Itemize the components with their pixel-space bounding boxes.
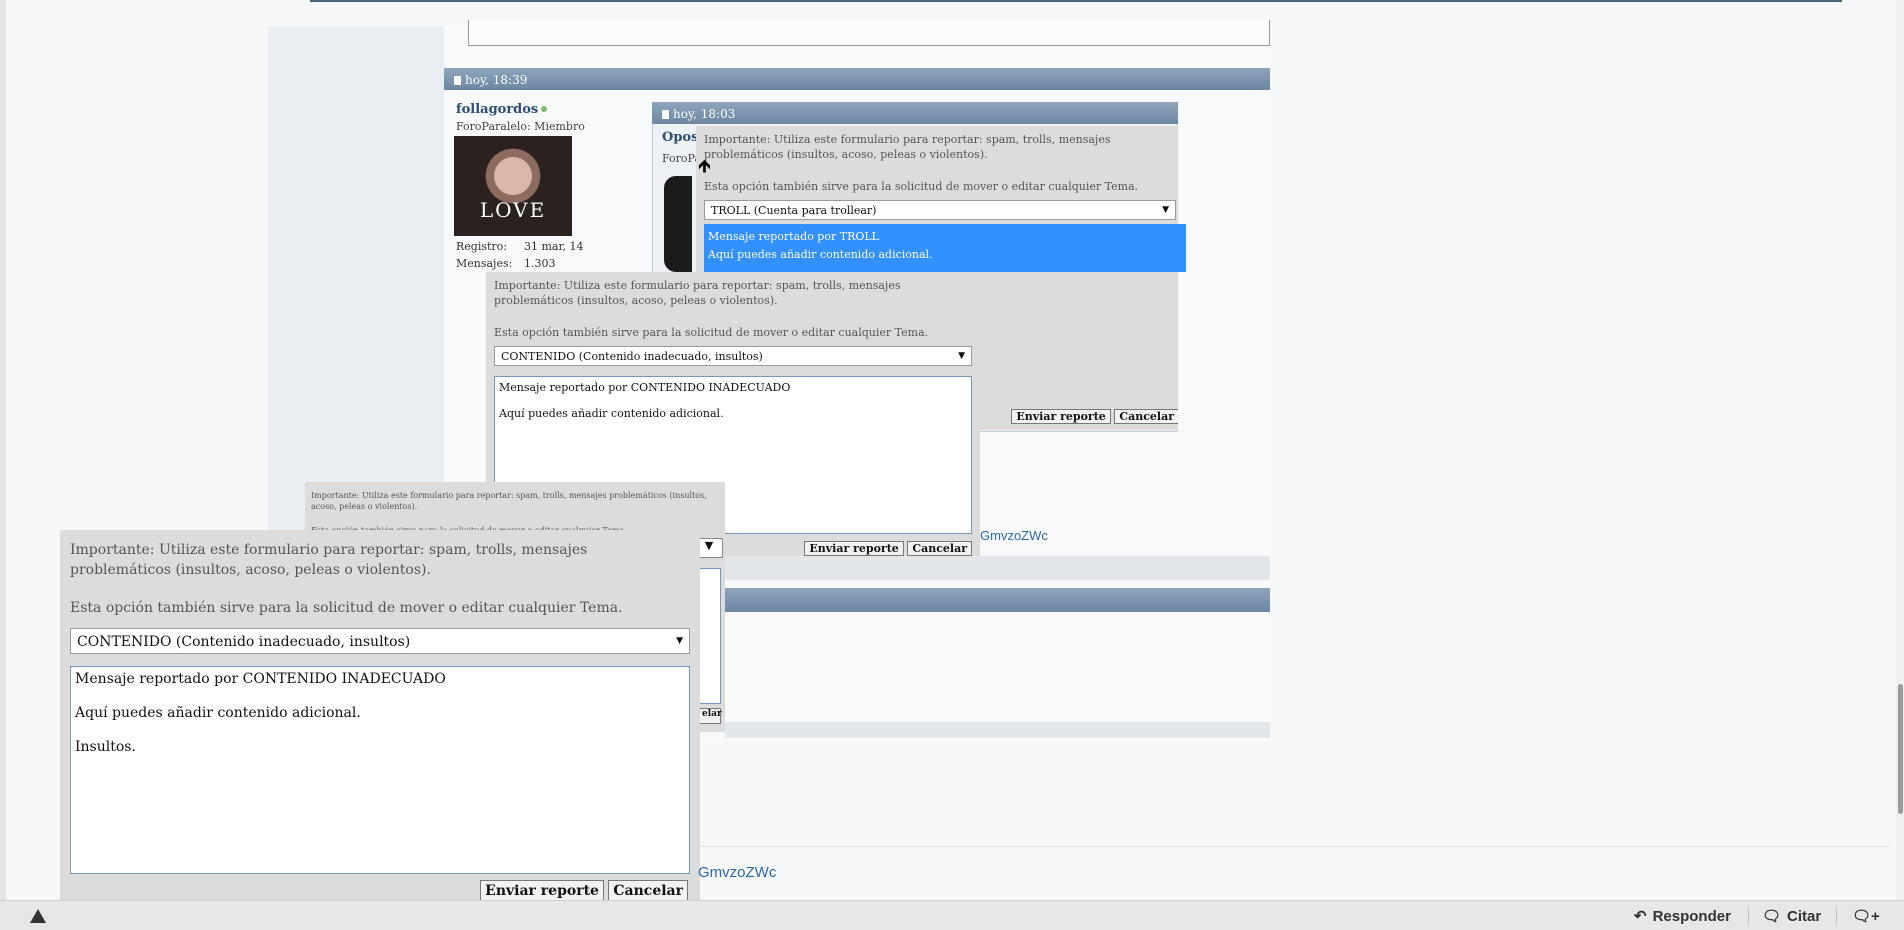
dropdown-arrow-icon: ▼	[1162, 205, 1169, 215]
report-notice: Importante: Utiliza este formulario para…	[494, 279, 901, 307]
list-option-1[interactable]: Mensaje reportado por TROLL	[708, 228, 1182, 246]
report-hint: Esta opción también sirve para la solici…	[70, 600, 623, 616]
multi-quote-icon: 🗨+	[1852, 908, 1880, 925]
next-post-header	[725, 588, 1270, 612]
report-hint: Esta opción también sirve para la solici…	[704, 180, 1139, 193]
report-notice: Importante: Utiliza este formulario para…	[70, 542, 588, 578]
selected-reason: CONTENIDO (Contenido inadecuado, insulto…	[77, 634, 411, 650]
report-options-list[interactable]: Mensaje reportado por TROLL Aquí puedes …	[704, 224, 1186, 272]
post-username-wrap: follagordos	[456, 98, 548, 117]
avatar-text: LOVE	[479, 198, 547, 222]
top-divider	[310, 0, 1842, 2]
report-dialog-main: Importante: Utiliza este formulario para…	[60, 530, 700, 904]
registro-value: 31 mar, 14	[524, 240, 584, 253]
cancel-button[interactable]: elar	[697, 708, 722, 724]
post-timestamp: hoy, 18:39	[465, 73, 528, 87]
report-reason-select[interactable]: TROLL (Cuenta para trollear) ▼	[704, 200, 1176, 220]
report-reason-select[interactable]: CONTENIDO (Contenido inadecuado, insulto…	[70, 628, 690, 654]
post-footer-band	[725, 722, 1270, 738]
online-status-icon	[541, 106, 548, 112]
report-hint: Esta opción también sirve para la solici…	[494, 326, 929, 339]
quote-button[interactable]: 🗨 Citar	[1762, 907, 1822, 926]
report-buttons: Enviar reporte Cancelar	[480, 880, 688, 902]
post-footer-band	[725, 556, 1270, 580]
stat-mensajes: Mensajes: 1.303	[456, 257, 556, 270]
mouse-cursor-icon: 🡹	[698, 156, 711, 177]
quote-timestamp: hoy, 18:03	[673, 107, 736, 121]
dropdown-arrow-icon: ▼	[676, 636, 683, 646]
quote-avatar[interactable]	[664, 176, 692, 272]
reply-label: Responder	[1652, 907, 1731, 925]
warning-icon[interactable]	[30, 909, 46, 923]
send-report-button[interactable]: Enviar reporte	[1011, 409, 1111, 424]
avatar[interactable]: LOVE	[454, 136, 572, 236]
post-user-role: ForoParalelo: Miembro	[456, 120, 585, 133]
cancel-button[interactable]: Cancelar	[1114, 409, 1178, 424]
list-option-2[interactable]: Aquí puedes añadir contenido adicional.	[708, 246, 1182, 264]
document-icon	[662, 110, 669, 119]
post-header: hoy, 18:39	[444, 68, 1270, 90]
bottom-action-bar: ↶ Responder 🗨 Citar 🗨+	[0, 900, 1904, 930]
cancel-button[interactable]: Cancelar	[608, 880, 688, 902]
scrollbar-thumb[interactable]	[1898, 684, 1903, 814]
report-notice: Importante: Utiliza este formulario para…	[704, 133, 1111, 161]
previous-post-box	[468, 20, 1270, 46]
quote-label: Citar	[1787, 907, 1822, 925]
report-buttons: Enviar reporte Cancelar	[1011, 409, 1178, 424]
post-link[interactable]: GmvzoZWc	[980, 528, 1048, 543]
multi-quote-button[interactable]: 🗨+	[1852, 907, 1880, 925]
mensajes-label: Mensajes:	[456, 257, 513, 270]
selected-reason: CONTENIDO (Contenido inadecuado, insulto…	[501, 350, 763, 363]
cancel-button[interactable]: Cancelar	[907, 541, 972, 556]
report-notice: Importante: Utiliza este formulario para…	[311, 491, 707, 511]
quote-icon: 🗨	[1762, 908, 1782, 925]
document-icon	[454, 76, 461, 85]
dropdown-arrow-icon: ▼	[958, 351, 965, 361]
mensajes-value: 1.303	[524, 257, 556, 270]
reply-icon: ↶	[1634, 908, 1647, 925]
post-link[interactable]: GmvzoZWc	[698, 864, 776, 881]
registro-label: Registro:	[456, 240, 508, 253]
stat-registro: Registro: 31 mar, 14	[456, 240, 584, 253]
report-reason-select[interactable]: CONTENIDO (Contenido inadecuado, insulto…	[494, 346, 972, 366]
divider	[700, 846, 1890, 847]
quoted-post-header: hoy, 18:03	[652, 102, 1178, 124]
post-username[interactable]: follagordos	[456, 102, 538, 117]
separator	[1748, 907, 1749, 925]
report-textarea[interactable]: Mensaje reportado por CONTENIDO INADECUA…	[70, 666, 690, 874]
report-buttons: Enviar reporte Cancelar	[804, 541, 972, 556]
quote-username[interactable]: Opos	[662, 130, 698, 145]
selected-reason: TROLL (Cuenta para trollear)	[711, 204, 877, 217]
send-report-button[interactable]: Enviar reporte	[480, 880, 604, 902]
send-report-button[interactable]: Enviar reporte	[804, 541, 904, 556]
reply-button[interactable]: ↶ Responder	[1634, 907, 1731, 926]
separator	[1836, 907, 1837, 925]
